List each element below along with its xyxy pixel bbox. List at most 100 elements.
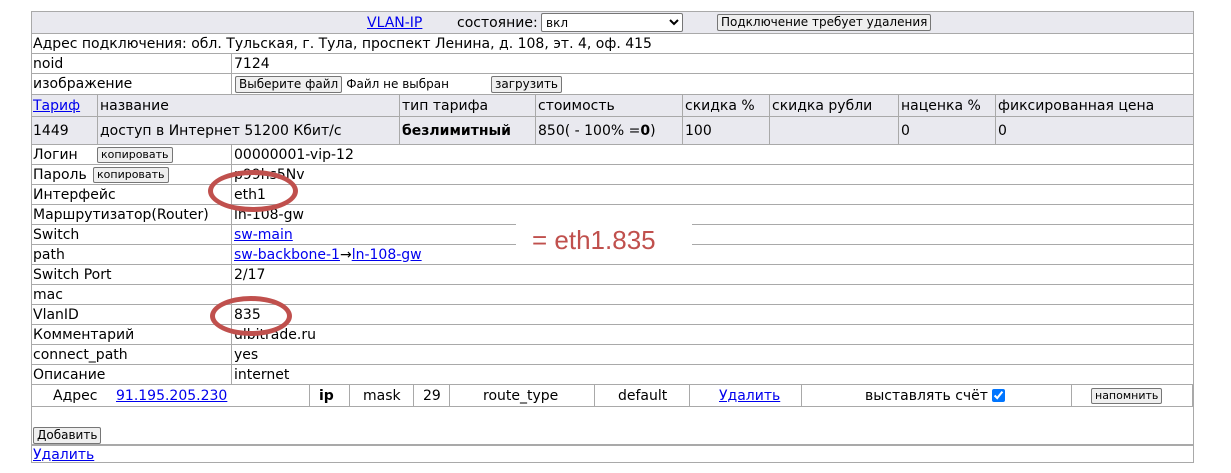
route-type-value: default: [618, 387, 668, 404]
tariff-id: 1449: [33, 122, 69, 139]
fixed-price: 0: [998, 122, 1007, 139]
no-file-text: Файл не выбран: [346, 77, 449, 91]
choose-file-button[interactable]: Выберите файл: [235, 75, 343, 93]
header-row: VLAN-IP состояние: вкл Подключение требу…: [31, 11, 1193, 33]
comment-row: Комментарий ulbitrade.ru: [31, 324, 1193, 344]
login-value: 00000001-vip-12: [234, 146, 354, 163]
noid-row: noid 7124: [31, 53, 1193, 73]
markup-pct: 0: [901, 122, 910, 139]
tariff-cost: 850( - 100% = 0): [536, 117, 656, 144]
cost-final: 0: [640, 122, 651, 139]
comment-label: Комментарий: [33, 326, 135, 343]
bottom-delete-row: Удалить: [31, 444, 1193, 463]
noid-label: noid: [33, 55, 64, 72]
vlan-ip-link-cell: VLAN-IP: [365, 12, 422, 33]
switch-value-cell: sw-main: [232, 225, 293, 244]
upload-button[interactable]: загрузить: [491, 75, 562, 93]
vlan-ip-link[interactable]: VLAN-IP: [367, 15, 422, 31]
interface-row: Интерфейс eth1: [31, 184, 1193, 204]
divider: [231, 74, 232, 94]
bottom-delete-cell: Удалить: [31, 446, 94, 463]
markup-header: наценка %: [901, 97, 981, 114]
ip-address-label: Адрес: [53, 387, 98, 404]
tariff-name: доступ в Интернет 51200 Кбит/с: [100, 122, 342, 139]
name-header: название: [100, 97, 169, 114]
image-label: изображение: [33, 76, 133, 92]
type-header: тип тарифа: [402, 97, 489, 114]
image-row: изображение Выберите файл Файл не выбран…: [31, 73, 1193, 94]
switch-port-value: 2/17: [234, 266, 266, 283]
path-value-cell: sw-backbone-1 → ln-108-gw: [232, 245, 422, 264]
divider: [449, 385, 450, 406]
address-line-row: Адрес подключения: обл. Тульская, г. Тул…: [31, 33, 1193, 53]
divider: [413, 385, 414, 406]
interface-label: Интерфейс: [33, 186, 116, 203]
path-link-gw[interactable]: ln-108-gw: [352, 247, 422, 263]
address-line: Адрес подключения: обл. Тульская, г. Тул…: [33, 35, 652, 52]
delete-required-button[interactable]: Подключение требует удаления: [717, 14, 932, 31]
annotation-note: = eth1.835: [516, 221, 692, 259]
switch-link[interactable]: sw-main: [234, 227, 293, 243]
divider: [801, 385, 802, 406]
ip-delete-cell: Удалить: [717, 385, 780, 406]
copy-login-button[interactable]: копировать: [97, 146, 173, 163]
copy-password-button[interactable]: копировать: [93, 166, 169, 183]
invoice-checkbox[interactable]: [991, 389, 1005, 402]
divider: [594, 385, 595, 406]
login-row: Логин копировать 00000001-vip-12: [31, 144, 1193, 164]
vlanid-label: VlanID: [33, 306, 79, 323]
invoice-cell: выставлять счёт: [863, 385, 1005, 406]
tariff-header-row: Тариф название тип тарифа стоимость скид…: [31, 94, 1193, 116]
divider: [349, 385, 350, 406]
cost-prefix: 850( - 100% =: [538, 122, 641, 139]
mac-label: mac: [33, 286, 63, 303]
file-input-cell: Выберите файл Файл не выбран: [233, 74, 449, 94]
invoice-label: выставлять счёт: [865, 387, 988, 404]
discount-pct: 100: [685, 122, 712, 139]
state-select[interactable]: вкл: [541, 13, 683, 32]
state-label: состояние:: [457, 14, 538, 31]
bottom-delete-link[interactable]: Удалить: [33, 447, 94, 463]
path-link-backbone[interactable]: sw-backbone-1: [234, 247, 340, 263]
ip-link-cell: 91.195.205.230: [114, 385, 227, 406]
tariff-data-row: 1449 доступ в Интернет 51200 Кбит/с безл…: [31, 116, 1193, 144]
description-row: Описание internet: [31, 364, 1193, 384]
divider: [689, 385, 690, 406]
password-copy-cell: копировать: [91, 165, 169, 184]
router-label: Маршрутизатор(Router): [33, 206, 209, 223]
switch-port-row: Switch Port 2/17: [31, 264, 1193, 284]
state-select-cell: вкл: [539, 12, 683, 33]
remind-button[interactable]: напомнить: [1091, 387, 1163, 404]
path-arrow: →: [339, 246, 352, 263]
path-label: path: [33, 246, 65, 263]
switch-label: Switch: [33, 226, 80, 243]
cost-suffix: ): [650, 122, 656, 139]
tariff-sort-link[interactable]: Тариф: [33, 98, 80, 114]
description-value: internet: [234, 366, 290, 383]
cost-header: стоимость: [538, 97, 615, 114]
route-type-label: route_type: [483, 387, 559, 404]
discount-pct-header: скидка %: [685, 97, 755, 114]
password-row: Пароль копировать p99hs5Nv: [31, 164, 1193, 184]
discount-rub-header: скидка рубли: [772, 97, 873, 114]
ip-delete-link[interactable]: Удалить: [719, 388, 780, 404]
login-copy-cell: копировать: [95, 145, 173, 164]
add-row: Добавить: [31, 406, 1193, 444]
tariff-header-cell: Тариф: [31, 95, 80, 116]
mask-value: 29: [423, 387, 441, 404]
switch-port-label: Switch Port: [33, 266, 112, 283]
mask-label: mask: [363, 387, 401, 404]
add-button[interactable]: Добавить: [33, 426, 102, 444]
divider: [1071, 385, 1072, 406]
annotation-oval-interface: [208, 170, 298, 212]
upload-cell: загрузить: [489, 74, 562, 94]
fixed-price-header: фиксированная цена: [998, 97, 1155, 114]
connect-path-row: connect_path yes: [31, 344, 1193, 364]
ip-type-label: ip: [319, 387, 334, 404]
password-label: Пароль: [33, 166, 87, 183]
description-label: Описание: [33, 366, 106, 383]
remind-cell: напомнить: [1089, 385, 1163, 406]
ip-address-row: Адрес 91.195.205.230 ip mask 29 route_ty…: [31, 384, 1193, 406]
ip-address-link[interactable]: 91.195.205.230: [116, 388, 227, 404]
connect-path-label: connect_path: [33, 346, 128, 363]
